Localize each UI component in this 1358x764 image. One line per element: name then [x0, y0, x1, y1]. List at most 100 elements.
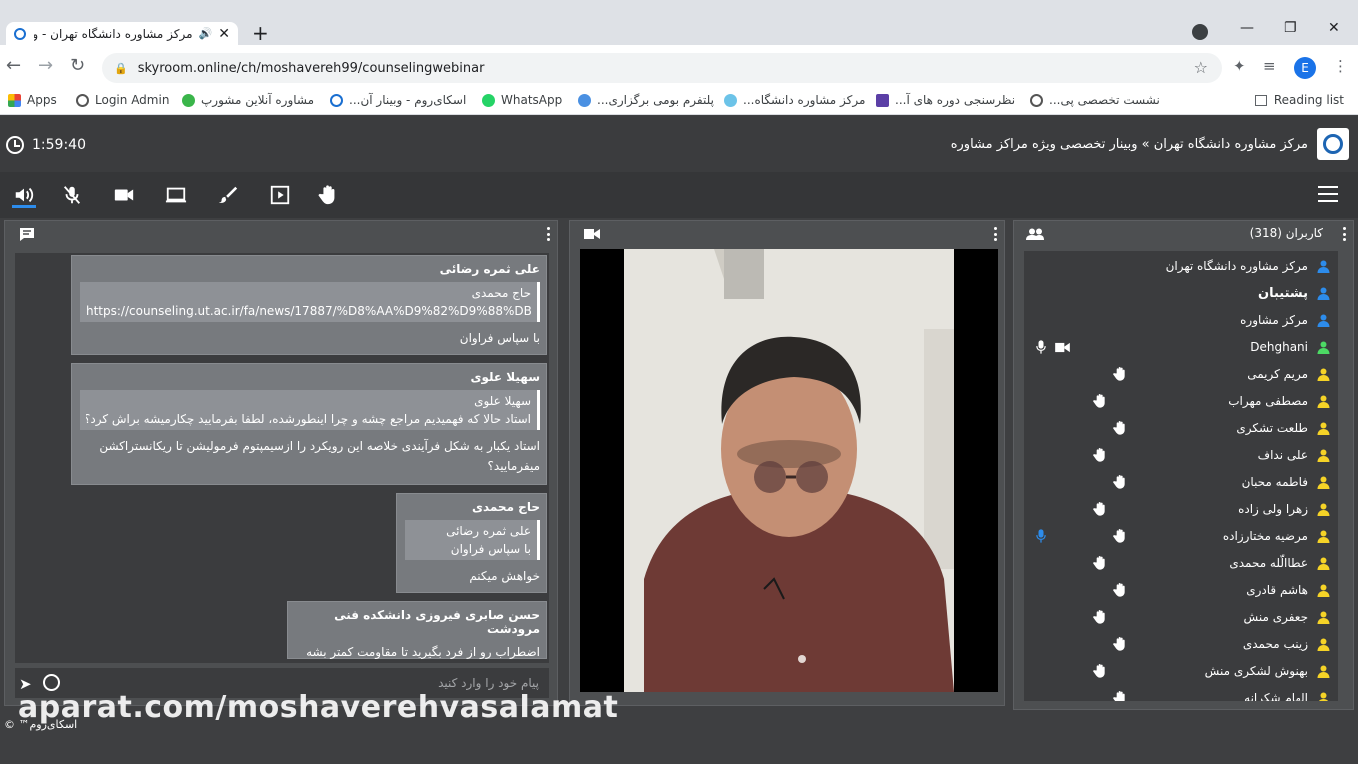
user-name: مرضیه مختارزاده	[1222, 529, 1308, 543]
user-row[interactable]: زینب محمدی	[1024, 631, 1338, 658]
brush-icon	[218, 186, 238, 203]
user-name: مرکز مشاوره دانشگاه تهران	[1165, 259, 1308, 273]
user-mic-icon	[1036, 529, 1046, 543]
maximize-icon[interactable]: ❐	[1284, 20, 1297, 36]
user-row[interactable]: بهنوش لشکری منش	[1024, 658, 1338, 685]
user-name: هاشم قادری	[1246, 583, 1308, 597]
close-window-icon[interactable]: ✕	[1328, 20, 1340, 36]
chat-options-icon[interactable]	[547, 227, 551, 241]
hamburger-menu-button[interactable]	[1318, 186, 1338, 202]
back-icon[interactable]: ←	[6, 56, 21, 76]
reading-list-button[interactable]: Reading list	[1254, 93, 1344, 107]
user-icon	[1317, 260, 1330, 273]
microphone-button[interactable]	[60, 183, 84, 207]
user-row[interactable]: الهام شکرانه	[1024, 685, 1338, 701]
video-panel	[569, 220, 1005, 706]
bookmark-login-admin[interactable]: Login Admin	[76, 93, 169, 107]
user-row[interactable]: مرضیه مختارزاده	[1024, 523, 1338, 550]
user-row[interactable]: مرکز مشاوره دانشگاه تهران	[1024, 253, 1338, 280]
raised-hand-icon	[1113, 529, 1125, 543]
presenter-figure	[624, 249, 954, 692]
video-stream[interactable]	[580, 249, 998, 692]
raise-hand-button[interactable]	[316, 183, 340, 207]
user-icon	[1317, 638, 1330, 651]
video-options-icon[interactable]	[994, 227, 998, 241]
university-logo	[1317, 128, 1349, 160]
bookmark-star-icon[interactable]: ☆	[1194, 58, 1208, 77]
tab-audio-icon[interactable]: 🔊	[199, 27, 213, 40]
user-row[interactable]: Dehghani	[1024, 334, 1338, 361]
media-control-icon[interactable]: ≡	[1263, 57, 1276, 75]
url-text[interactable]: skyroom.online/ch/moshavereh99/counselin…	[138, 61, 485, 76]
user-icon	[1317, 557, 1330, 570]
user-row[interactable]: مرکز مشاوره	[1024, 307, 1338, 334]
user-icon	[1317, 422, 1330, 435]
profile-avatar[interactable]: E	[1294, 57, 1316, 79]
bookmark-moshaver[interactable]: مشاوره آنلاین مشورپ	[182, 93, 314, 107]
reload-icon[interactable]: ↻	[70, 56, 85, 76]
screen-share-button[interactable]	[164, 183, 188, 207]
user-row[interactable]: پشتیبان	[1024, 280, 1338, 307]
extensions-icon[interactable]: ✦	[1233, 57, 1246, 75]
globe-icon	[1030, 93, 1043, 107]
browser-menu-icon[interactable]: ⋮	[1333, 57, 1348, 75]
play-file-icon	[270, 185, 290, 205]
user-name: عطاالّله محمدی	[1229, 556, 1308, 570]
user-icon	[1317, 368, 1330, 381]
user-row[interactable]: هاشم قادری	[1024, 577, 1338, 604]
presentation-button[interactable]	[268, 183, 292, 207]
speaker-icon	[15, 187, 34, 203]
camera-button[interactable]	[112, 183, 136, 207]
user-row[interactable]: زهرا ولی زاده	[1024, 496, 1338, 523]
speaker-button[interactable]	[12, 183, 36, 207]
user-name: زینب محمدی	[1242, 637, 1308, 651]
bookmark-counseling[interactable]: مرکز مشاوره دانشگاه...	[724, 93, 865, 107]
user-name: Dehghani	[1250, 340, 1308, 354]
users-list[interactable]: مرکز مشاوره دانشگاه تهران پشتیبان مرکز مشا…	[1024, 251, 1338, 701]
skyroom-footer: اسکای‌روم™ ©	[4, 718, 78, 731]
chat-panel-header	[5, 221, 557, 247]
whiteboard-button[interactable]	[216, 183, 240, 207]
user-row[interactable]: مصطفی مهراب	[1024, 388, 1338, 415]
raised-hand-icon	[1113, 691, 1125, 701]
message-quote: علی ثمره رضائی با سپاس فراوان	[405, 520, 540, 560]
raised-hand-icon	[1113, 637, 1125, 651]
bookmark-skyroom[interactable]: اسکای‌روم - وبینار آن...	[330, 93, 466, 107]
clock-icon	[6, 136, 24, 154]
tab-search-icon[interactable]	[1192, 24, 1208, 40]
bookmark-survey[interactable]: نظرسنجی دوره های آ...	[876, 93, 1015, 107]
user-row[interactable]: مریم کریمی	[1024, 361, 1338, 388]
bookmark-whatsapp[interactable]: WhatsApp	[482, 93, 562, 107]
user-row[interactable]: فاطمه محبان	[1024, 469, 1338, 496]
emoji-icon[interactable]	[43, 674, 60, 691]
browser-tab[interactable]: مرکز مشاوره دانشگاه تهران - و 🔊 ✕	[6, 22, 238, 45]
users-panel: کاربران (318) مرکز مشاوره دانشگاه تهران پ…	[1013, 220, 1354, 710]
user-name: جعفری منش	[1243, 610, 1308, 624]
platform-logo-icon	[578, 93, 591, 107]
users-options-icon[interactable]	[1343, 227, 1347, 241]
bookmark-platform[interactable]: پلتفرم بومی برگزاری...	[578, 93, 714, 107]
forward-icon[interactable]: →	[38, 56, 53, 76]
reading-list-icon	[1254, 94, 1267, 106]
address-bar[interactable]: 🔒 skyroom.online/ch/moshavereh99/counsel…	[102, 53, 1222, 83]
minimize-icon[interactable]: —	[1240, 20, 1254, 36]
bookmark-session[interactable]: نشست تخصصی پی...	[1030, 93, 1160, 107]
user-icon	[1317, 314, 1330, 327]
user-row[interactable]: جعفری منش	[1024, 604, 1338, 631]
logo-emblem-icon	[1323, 134, 1343, 154]
user-row[interactable]: طلعت تشکری	[1024, 415, 1338, 442]
bookmark-apps[interactable]: Apps	[8, 93, 57, 107]
chat-icon	[20, 228, 34, 241]
chat-messages[interactable]: علی ثمره رضائی حاج محمدی https://counsel…	[15, 253, 549, 663]
bookmarks-bar: Apps Login Admin مشاوره آنلاین مشورپ اسک…	[0, 87, 1358, 115]
speaker-active-indicator	[12, 205, 36, 208]
user-name: پشتیبان	[1257, 286, 1308, 301]
video-camera-icon	[584, 229, 600, 239]
user-row[interactable]: علی نداف	[1024, 442, 1338, 469]
new-tab-button[interactable]: +	[252, 22, 269, 44]
user-name: فاطمه محبان	[1241, 475, 1308, 489]
user-icon	[1317, 665, 1330, 678]
user-row[interactable]: عطاالّله محمدی	[1024, 550, 1338, 577]
tab-close-icon[interactable]: ✕	[218, 26, 230, 42]
message-link[interactable]: https://counseling.ut.ac.ir/fa/news/1788…	[86, 302, 531, 320]
